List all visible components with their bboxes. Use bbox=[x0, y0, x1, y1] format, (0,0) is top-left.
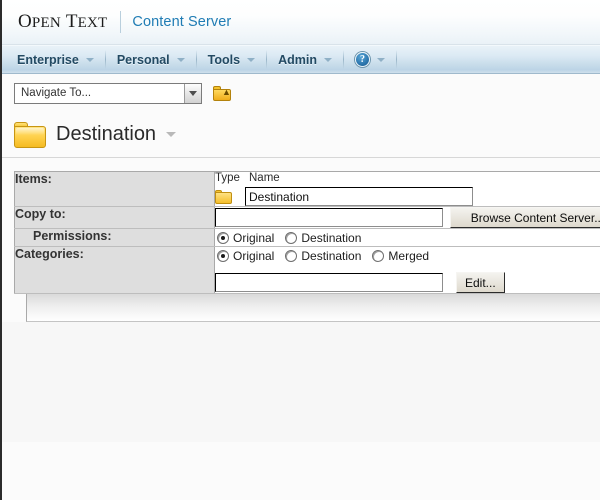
menu-label-tools: Tools bbox=[207, 52, 241, 67]
categories-radio-group: Original Destination Merged bbox=[215, 247, 600, 264]
radio-button-icon[interactable] bbox=[285, 232, 298, 244]
copy-to-field-cell: Browse Content Server... bbox=[214, 206, 600, 229]
radio-button-icon[interactable] bbox=[285, 250, 298, 262]
radio-button-icon[interactable] bbox=[372, 250, 385, 262]
label-permissions: Permissions: bbox=[14, 228, 215, 247]
copy-to-controls: Browse Content Server... bbox=[215, 207, 600, 228]
form-footer-bar bbox=[26, 294, 600, 322]
categories-option-destination-label: Destination bbox=[301, 249, 362, 263]
chevron-down-icon bbox=[323, 57, 332, 62]
folder-body bbox=[215, 191, 232, 204]
column-header-name: Name bbox=[249, 172, 280, 184]
table-row-permissions: Permissions: Original Destination bbox=[14, 228, 600, 247]
title-divider bbox=[2, 157, 600, 158]
categories-option-original[interactable]: Original bbox=[217, 249, 274, 263]
categories-option-merged[interactable]: Merged bbox=[372, 249, 429, 263]
folder-up-icon[interactable]: ▲ bbox=[213, 85, 231, 101]
product-name: Content Server bbox=[132, 14, 232, 30]
folder-shine bbox=[16, 127, 44, 135]
radio-button-icon[interactable] bbox=[217, 250, 229, 262]
page-title-row: Destination bbox=[2, 112, 600, 157]
chevron-down-icon bbox=[189, 90, 197, 96]
chevron-down-icon[interactable] bbox=[166, 132, 177, 137]
chevron-down-icon bbox=[247, 57, 256, 62]
label-categories: Categories: bbox=[14, 246, 215, 294]
navigate-to-select[interactable]: Navigate To... bbox=[14, 82, 202, 104]
permissions-option-original[interactable]: Original bbox=[217, 231, 274, 245]
copy-form: Items: Type Name Copy bbox=[2, 171, 600, 322]
folder-icon bbox=[14, 121, 46, 148]
chevron-down-icon bbox=[85, 57, 94, 62]
main-menu-bar: Enterprise Personal Tools Admin ? bbox=[2, 45, 600, 74]
menu-item-tools[interactable]: Tools bbox=[197, 46, 266, 73]
permissions-option-original-label: Original bbox=[233, 231, 275, 245]
item-row bbox=[215, 187, 600, 206]
chevron-down-icon bbox=[376, 57, 385, 62]
radio-button-icon[interactable] bbox=[217, 232, 229, 244]
brand-divider bbox=[120, 11, 122, 33]
menu-divider bbox=[395, 50, 397, 69]
permissions-option-destination[interactable]: Destination bbox=[285, 231, 361, 245]
form-table: Items: Type Name Copy bbox=[14, 171, 600, 294]
permissions-option-destination-label: Destination bbox=[301, 231, 362, 245]
label-items: Items: bbox=[14, 171, 215, 207]
table-row-items: Items: Type Name bbox=[14, 171, 600, 207]
categories-field-cell: Original Destination Merged Edit... bbox=[214, 246, 600, 294]
opentext-logo: OPEN TEXT bbox=[18, 11, 108, 32]
table-row-categories: Categories: Original Destination Merged … bbox=[14, 246, 600, 294]
brand-header: OPEN TEXT Content Server bbox=[2, 0, 600, 45]
edit-categories-button[interactable]: Edit... bbox=[456, 272, 505, 293]
permissions-radio-group: Original Destination bbox=[215, 229, 600, 246]
navigate-to-value: Navigate To... bbox=[21, 86, 92, 99]
page-title: Destination bbox=[56, 123, 157, 145]
page-empty-area bbox=[2, 322, 600, 442]
folder-icon bbox=[215, 189, 232, 204]
items-field-cell: Type Name bbox=[214, 171, 600, 207]
label-copy-to: Copy to: bbox=[14, 206, 215, 229]
menu-item-personal[interactable]: Personal bbox=[106, 46, 196, 73]
menu-label-personal: Personal bbox=[116, 52, 170, 67]
menu-label-admin: Admin bbox=[278, 52, 317, 67]
categories-option-destination[interactable]: Destination bbox=[285, 249, 361, 263]
categories-option-merged-label: Merged bbox=[388, 249, 430, 263]
items-column-headers: Type Name bbox=[215, 172, 600, 187]
navigate-to-dropdown-arrow[interactable] bbox=[184, 83, 201, 103]
navigate-toolbar: Navigate To... ▲ bbox=[2, 74, 600, 112]
column-header-type: Type bbox=[215, 172, 240, 184]
menu-item-help[interactable]: ? bbox=[344, 46, 396, 73]
categories-controls: Edit... bbox=[215, 264, 600, 293]
menu-item-enterprise[interactable]: Enterprise bbox=[6, 46, 105, 73]
table-row-copy-to: Copy to: Browse Content Server... bbox=[14, 206, 600, 229]
folder-up-arrow: ▲ bbox=[222, 86, 231, 97]
categories-input[interactable] bbox=[215, 273, 443, 292]
item-name-input[interactable] bbox=[245, 187, 473, 206]
copy-to-input[interactable] bbox=[215, 208, 443, 227]
help-circle-icon: ? bbox=[354, 52, 370, 67]
permissions-field-cell: Original Destination bbox=[214, 228, 600, 247]
menu-item-admin[interactable]: Admin bbox=[267, 46, 343, 73]
menu-label-enterprise: Enterprise bbox=[17, 52, 79, 67]
browse-content-server-button[interactable]: Browse Content Server... bbox=[450, 207, 600, 228]
categories-option-original-label: Original bbox=[233, 249, 275, 263]
browser-content: OPEN TEXT Content Server Enterprise Pers… bbox=[0, 0, 600, 500]
chevron-down-icon bbox=[176, 57, 185, 62]
